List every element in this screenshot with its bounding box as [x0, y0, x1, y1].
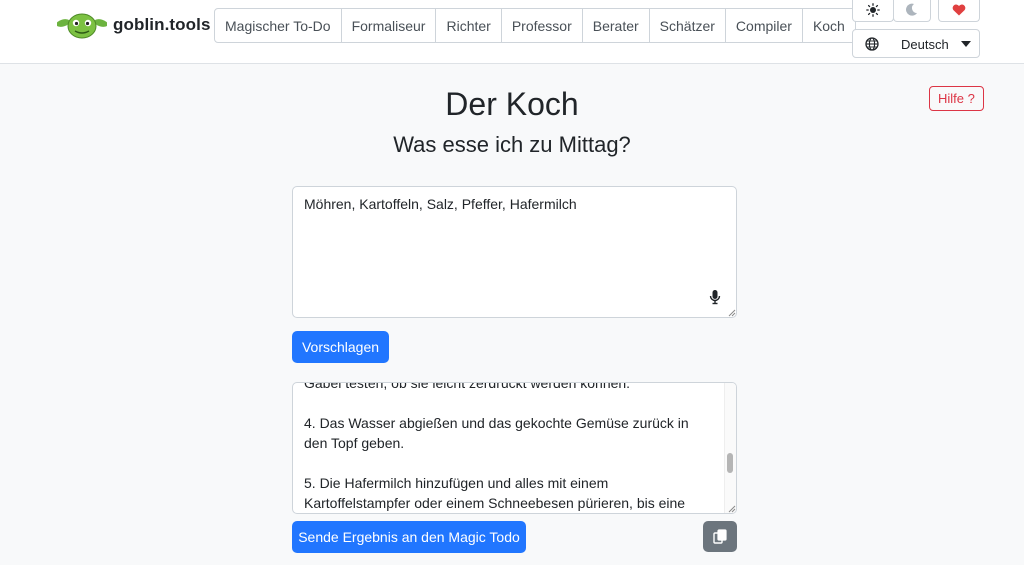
tab-compiler[interactable]: Compiler	[726, 9, 803, 42]
recipe-output-textarea[interactable]: Gabel testen, ob sie leicht zerdrückt we…	[292, 382, 737, 514]
ingredients-textarea[interactable]: Möhren, Kartoffeln, Salz, Pfeffer, Hafer…	[292, 186, 737, 318]
heart-icon	[952, 4, 966, 15]
output-resize-handle-icon[interactable]	[728, 505, 736, 513]
tab-berater[interactable]: Berater	[583, 9, 650, 42]
copy-button[interactable]	[703, 521, 737, 552]
tab-magischer-todo[interactable]: Magischer To-Do	[215, 9, 342, 42]
goblin-logo-icon	[57, 13, 107, 39]
globe-icon	[865, 37, 879, 51]
dark-mode-button[interactable]	[893, 0, 931, 22]
tab-richter[interactable]: Richter	[436, 9, 502, 42]
tab-koch[interactable]: Koch	[803, 9, 855, 42]
tab-formaliseur[interactable]: Formaliseur	[342, 9, 437, 42]
tab-professor[interactable]: Professor	[502, 9, 583, 42]
light-mode-button[interactable]	[852, 0, 894, 22]
donate-button[interactable]	[938, 0, 980, 22]
tool-tabs: Magischer To-Do Formaliseur Richter Prof…	[214, 8, 856, 43]
page-title: Der Koch	[445, 86, 579, 122]
resize-handle-icon[interactable]	[728, 309, 736, 317]
sun-icon	[866, 2, 880, 17]
recipe-output-text: Gabel testen, ob sie leicht zerdrückt we…	[304, 382, 689, 511]
chevron-down-icon	[961, 41, 971, 47]
page-subtitle: Was esse ich zu Mittag?	[393, 132, 631, 157]
suggest-button[interactable]: Vorschlagen	[292, 331, 389, 363]
output-scrollbar[interactable]	[724, 383, 736, 513]
tab-schaetzer[interactable]: Schätzer	[650, 9, 726, 42]
output-scrollbar-thumb[interactable]	[727, 453, 733, 473]
brand-name: goblin.tools	[113, 15, 211, 34]
language-select[interactable]: Deutsch	[852, 29, 980, 58]
brand[interactable]: goblin.tools	[57, 10, 211, 40]
copy-icon	[713, 529, 727, 544]
top-navbar: goblin.tools Magischer To-Do Formaliseur…	[0, 0, 1024, 64]
language-label: Deutsch	[901, 37, 949, 52]
ingredients-value: Möhren, Kartoffeln, Salz, Pfeffer, Hafer…	[304, 196, 577, 212]
send-to-magic-todo-button[interactable]: Sende Ergebnis an den Magic Todo	[292, 521, 526, 553]
moon-icon	[906, 3, 917, 16]
microphone-icon[interactable]	[709, 289, 721, 305]
